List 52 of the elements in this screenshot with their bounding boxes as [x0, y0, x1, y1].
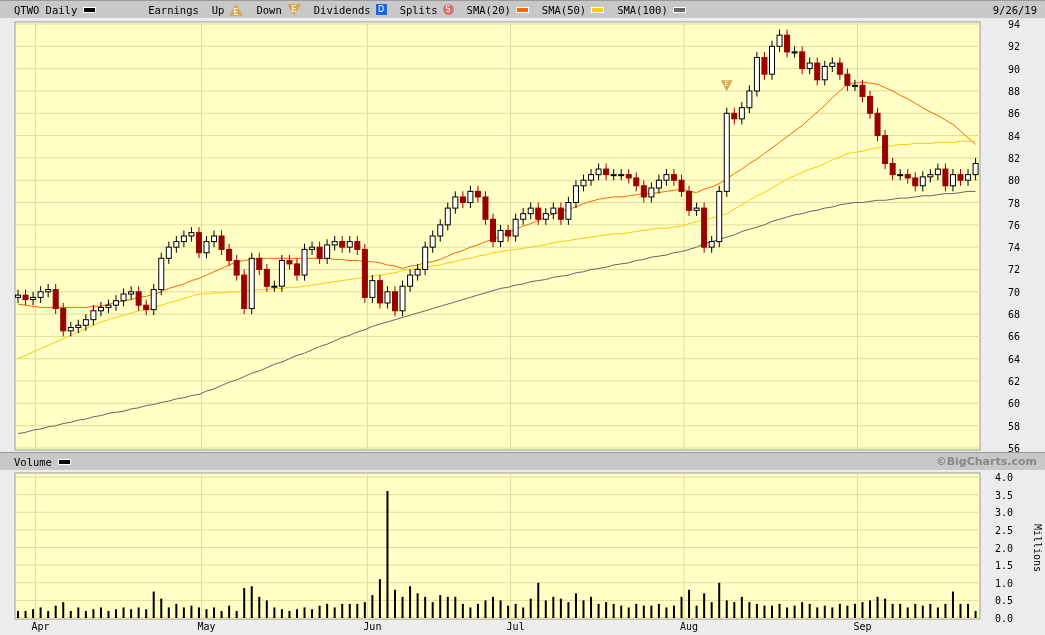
y-axis-label: 4.0 [994, 472, 1013, 483]
legend-label: Dividends [313, 3, 371, 16]
chart-title: QTWO Daily [14, 3, 78, 16]
y-axis-label: 92 [1008, 41, 1021, 53]
y-axis-label: 68 [1008, 309, 1021, 321]
y-axis-label: 60 [1008, 398, 1021, 410]
y-axis-label: 0.5 [994, 595, 1013, 607]
y-axis-label: 72 [1008, 264, 1021, 276]
chart-date: 9/26/19 [992, 3, 1037, 16]
y-axis-label: 82 [1008, 152, 1021, 164]
volume-title: Volume [14, 455, 52, 468]
y-axis-label: 80 [1008, 175, 1021, 187]
y-axis-label: 2.0 [994, 542, 1013, 554]
y-axis-label: 3.0 [994, 507, 1013, 519]
month-label: Sep [853, 621, 872, 632]
y-axis-label: 64 [1008, 353, 1021, 365]
y-axis-label: 76 [1008, 219, 1021, 231]
y-axis-label: 1.5 [994, 560, 1013, 572]
y-axis-label: 94 [1008, 19, 1021, 30]
y-axis-label: 58 [1008, 420, 1021, 432]
y-axis-label: 70 [1008, 286, 1021, 298]
y-axis-label: 86 [1008, 108, 1021, 120]
y-axis-label: 84 [1008, 130, 1021, 142]
y-axis-label: 3.5 [994, 489, 1013, 501]
dividend-icon: D [375, 4, 387, 15]
y-axis-label: 90 [1008, 63, 1021, 75]
split-icon: S [442, 4, 454, 15]
triangle-icon: E [229, 3, 244, 16]
month-label: Apr [31, 621, 50, 632]
y-axis-label: 88 [1008, 85, 1021, 97]
legend-label: SMA(100) [617, 3, 668, 16]
y-axis-label: 74 [1008, 242, 1021, 254]
axis-title: Millions [1032, 523, 1043, 573]
y-axis-label: 0.0 [994, 613, 1013, 624]
legend-label: SMA(50) [541, 3, 587, 16]
y-axis-label: 2.5 [994, 524, 1013, 536]
y-axis-label: 66 [1008, 331, 1021, 343]
legend-label: Splits [399, 3, 438, 16]
y-axis-label: 1.0 [994, 577, 1013, 589]
month-label: Aug [680, 621, 699, 632]
legend-label: SMA(20) [466, 3, 511, 16]
triangle-icon: E [286, 3, 301, 16]
month-label: Jul [506, 621, 525, 632]
credit-text: ©BigCharts.com [935, 455, 1037, 468]
month-label: Jun [363, 621, 382, 632]
legend-label: Down [256, 3, 282, 16]
y-axis-label: 62 [1008, 376, 1021, 388]
y-axis-label: 56 [1008, 443, 1021, 452]
legend-label: Earnings [148, 3, 199, 16]
y-axis-label: 78 [1008, 197, 1021, 209]
legend-label: Up [211, 3, 225, 16]
month-label: May [197, 621, 216, 632]
